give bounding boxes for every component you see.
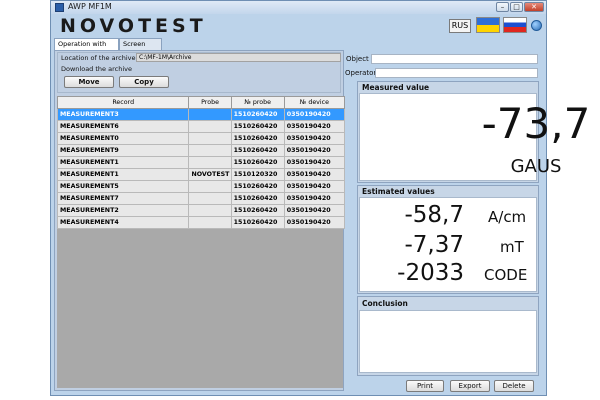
- probe-number-cell[interactable]: 1510260420: [230, 216, 285, 229]
- move-button[interactable]: Move: [64, 76, 114, 88]
- record-cell[interactable]: MEASUREMENT7: [56, 192, 190, 205]
- globe-icon[interactable]: [531, 20, 542, 31]
- table-row[interactable]: MEASUREMENT6 1510260420 0350190420: [56, 120, 346, 133]
- probe-cell[interactable]: [188, 204, 232, 217]
- print-button[interactable]: Print: [406, 380, 444, 392]
- table-row[interactable]: MEASUREMENT4 1510260420 0350190420: [56, 216, 346, 229]
- device-number-cell[interactable]: 0350190420: [283, 192, 346, 205]
- device-number-cell[interactable]: 0350190420: [283, 180, 346, 193]
- russia-flag-icon[interactable]: [503, 17, 527, 33]
- measured-value: -73,7: [481, 99, 591, 148]
- record-cell[interactable]: MEASUREMENT0: [56, 132, 190, 145]
- table-row[interactable]: MEASUREMENT9 1510260420 0350190420: [56, 144, 346, 157]
- column-probe-number[interactable]: № probe: [230, 96, 285, 109]
- record-cell[interactable]: MEASUREMENT9: [56, 144, 190, 157]
- probe-number-cell[interactable]: 1510260420: [230, 156, 285, 169]
- window-title: AWP MF1M: [68, 2, 112, 11]
- probe-cell[interactable]: [188, 156, 232, 169]
- novotest-logo: NOVOTEST: [60, 15, 207, 37]
- probe-number-cell[interactable]: 1510260420: [230, 132, 285, 145]
- device-number-cell[interactable]: 0350190420: [283, 108, 346, 121]
- table-row[interactable]: MEASUREMENT1 NOVOTEST 1510120320 0350190420: [56, 168, 346, 181]
- device-number-cell[interactable]: 0350190420: [283, 132, 346, 145]
- measured-value-title: Measured value: [362, 83, 430, 92]
- app-window: AWP MF1M – □ ✕ NOVOTEST RUS Operation wi…: [50, 0, 590, 396]
- probe-number-cell[interactable]: 1510260420: [230, 192, 285, 205]
- probe-number-cell[interactable]: 1510260420: [230, 204, 285, 217]
- download-label: Download the archive: [61, 65, 132, 73]
- probe-cell[interactable]: [188, 120, 232, 133]
- probe-cell[interactable]: [188, 216, 232, 229]
- conclusion-title: Conclusion: [362, 299, 408, 308]
- table-row[interactable]: MEASUREMENT7 1510260420 0350190420: [56, 192, 346, 205]
- table-row[interactable]: MEASUREMENT2 1510260420 0350190420: [56, 204, 346, 217]
- probe-cell[interactable]: [188, 144, 232, 157]
- estimated-values-title: Estimated values: [362, 187, 435, 196]
- table-row[interactable]: MEASUREMENT3 1510260420 0350190420: [56, 108, 346, 121]
- probe-cell[interactable]: [188, 192, 232, 205]
- record-cell[interactable]: MEASUREMENT4: [56, 216, 190, 229]
- device-number-cell[interactable]: 0350190420: [283, 156, 346, 169]
- estimated-value: -7,37: [404, 232, 464, 258]
- export-button[interactable]: Export: [450, 380, 490, 392]
- close-button[interactable]: ✕: [524, 2, 544, 12]
- table-row[interactable]: MEASUREMENT5 1510260420 0350190420: [56, 180, 346, 193]
- probe-number-cell[interactable]: 1510260420: [230, 144, 285, 157]
- measured-unit: GAUS: [510, 156, 562, 177]
- estimated-values-display: -58,7 A/cm -7,37 mT -2033 CODE: [359, 197, 537, 292]
- device-number-cell[interactable]: 0350190420: [283, 204, 346, 217]
- records-table: Record Probe № probe № device MEASUREMEN…: [56, 96, 346, 229]
- probe-number-cell[interactable]: 1510120320: [230, 168, 285, 181]
- record-cell[interactable]: MEASUREMENT6: [56, 120, 190, 133]
- device-number-cell[interactable]: 0350190420: [283, 144, 346, 157]
- tab-operation-with-archive[interactable]: Operation with archive: [54, 38, 119, 59]
- probe-cell[interactable]: [188, 132, 232, 145]
- probe-cell[interactable]: [188, 108, 232, 121]
- copy-button[interactable]: Copy: [119, 76, 169, 88]
- record-cell[interactable]: MEASUREMENT1: [56, 156, 190, 169]
- app-icon: [55, 3, 64, 12]
- device-number-cell[interactable]: 0350190420: [283, 120, 346, 133]
- record-cell[interactable]: MEASUREMENT2: [56, 204, 190, 217]
- conclusion-textarea[interactable]: [359, 310, 537, 373]
- estimated-unit: A/cm: [488, 208, 527, 226]
- probe-cell[interactable]: [188, 180, 232, 193]
- record-cell[interactable]: MEASUREMENT1: [56, 168, 190, 181]
- record-cell[interactable]: MEASUREMENT3: [56, 108, 190, 121]
- measured-value-display: -73,7 GAUS: [359, 93, 590, 181]
- estimated-unit: mT: [500, 238, 524, 256]
- location-label: Location of the archive: [61, 54, 136, 62]
- object-label: Object: [346, 55, 369, 63]
- maximize-button[interactable]: □: [510, 2, 523, 12]
- archive-path-field[interactable]: C:\MF-1M\Archive: [136, 53, 341, 62]
- device-number-cell[interactable]: 0350190420: [283, 216, 346, 229]
- column-device-number[interactable]: № device: [283, 96, 346, 109]
- estimated-unit: CODE: [484, 266, 528, 284]
- device-number-cell[interactable]: 0350190420: [283, 168, 346, 181]
- column-probe[interactable]: Probe: [188, 96, 232, 109]
- estimated-value: -58,7: [404, 202, 464, 228]
- ukraine-flag-icon[interactable]: [476, 17, 500, 33]
- record-cell[interactable]: MEASUREMENT5: [56, 180, 190, 193]
- column-record[interactable]: Record: [56, 96, 190, 109]
- table-row[interactable]: MEASUREMENT1 1510260420 0350190420: [56, 156, 346, 169]
- minimize-button[interactable]: –: [496, 2, 509, 12]
- object-field[interactable]: [371, 54, 538, 64]
- probe-cell[interactable]: NOVOTEST: [188, 168, 232, 181]
- estimated-value: -2033: [397, 260, 464, 286]
- delete-button[interactable]: Delete: [494, 380, 534, 392]
- probe-number-cell[interactable]: 1510260420: [230, 108, 285, 121]
- operator-field[interactable]: [375, 68, 538, 78]
- title-bar: AWP MF1M – □ ✕: [51, 1, 546, 14]
- probe-number-cell[interactable]: 1510260420: [230, 180, 285, 193]
- language-button[interactable]: RUS: [449, 19, 471, 33]
- table-row[interactable]: MEASUREMENT0 1510260420 0350190420: [56, 132, 346, 145]
- tab-screen-copies[interactable]: Screen copies: [119, 38, 162, 59]
- probe-number-cell[interactable]: 1510260420: [230, 120, 285, 133]
- operator-label: Operator: [345, 69, 377, 77]
